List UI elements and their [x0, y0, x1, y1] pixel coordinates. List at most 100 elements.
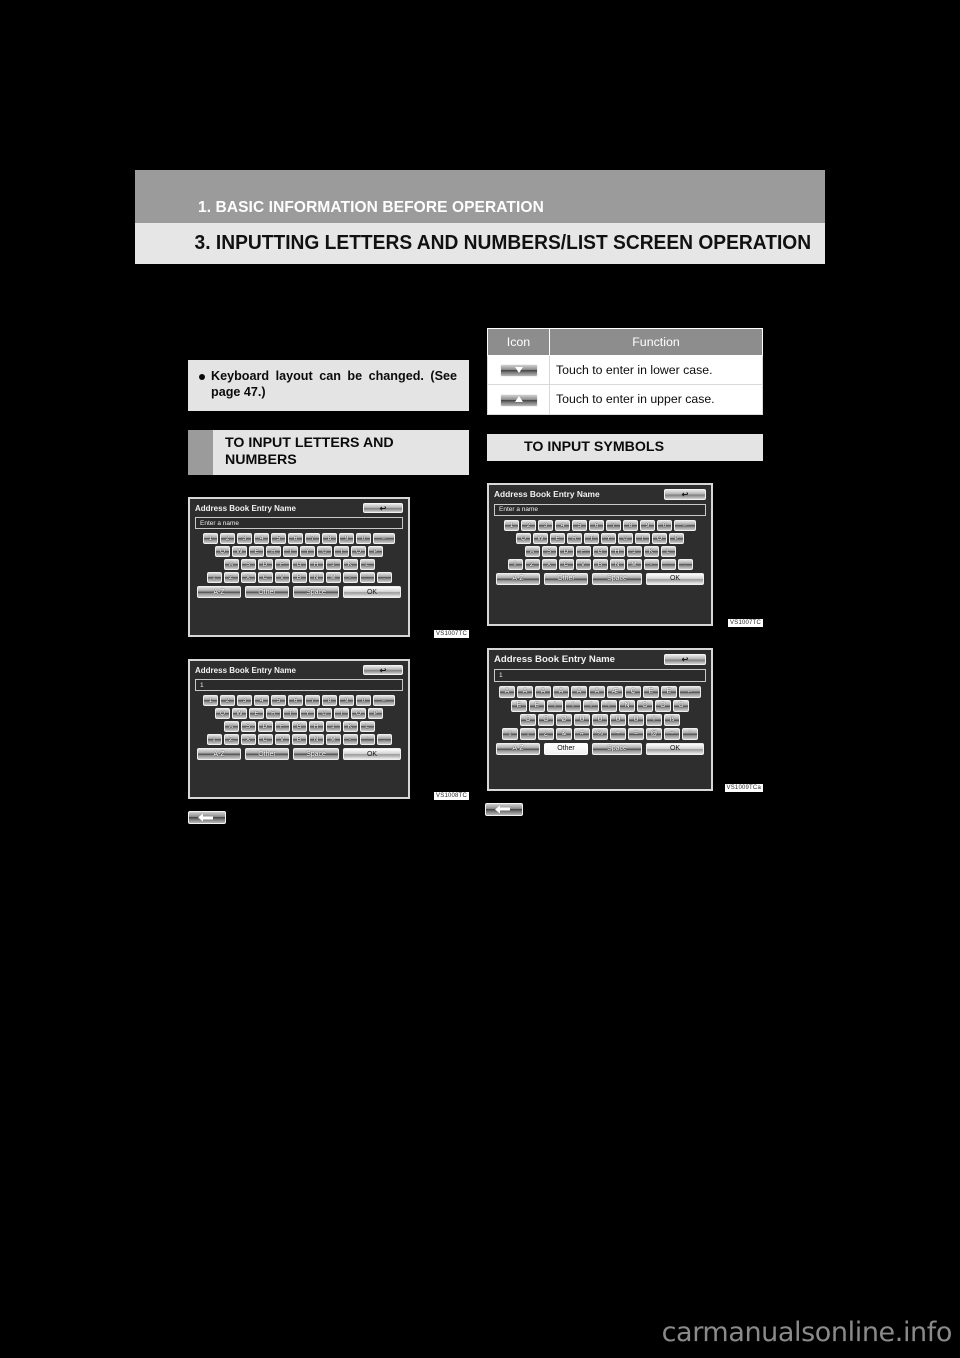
key[interactable]: 5 — [271, 695, 286, 706]
key[interactable]: 8 — [623, 519, 638, 531]
key[interactable]: V — [575, 558, 591, 570]
key[interactable]: . — [677, 558, 693, 570]
key[interactable]: K — [342, 721, 358, 732]
key[interactable]: ' — [359, 734, 375, 745]
key[interactable]: È — [643, 685, 659, 698]
name-input-field[interactable]: 1 — [494, 668, 706, 682]
key[interactable]: G — [291, 559, 307, 570]
key[interactable]: Ô — [673, 699, 689, 712]
key[interactable]: % — [592, 727, 608, 740]
space-button[interactable]: Space — [293, 748, 339, 760]
key[interactable]: M — [325, 734, 341, 745]
key[interactable]: É — [661, 685, 677, 698]
key[interactable]: - — [342, 572, 358, 583]
key[interactable]: Ç — [625, 685, 641, 698]
key[interactable]: K — [643, 545, 659, 557]
key[interactable]: 4 — [555, 519, 570, 531]
key[interactable]: 9 — [640, 519, 655, 531]
key[interactable]: Ò — [637, 699, 653, 712]
key[interactable]: G — [592, 545, 608, 557]
key[interactable]: Q — [215, 708, 230, 719]
key[interactable]: Y — [300, 546, 315, 557]
key[interactable]: J — [325, 559, 341, 570]
key[interactable]: 7 — [305, 695, 320, 706]
key[interactable]: M — [325, 572, 341, 583]
other-button[interactable]: Other — [544, 742, 588, 755]
back-button[interactable]: ↩ — [664, 653, 706, 665]
key[interactable]: L — [359, 721, 375, 732]
key[interactable]: P — [368, 708, 383, 719]
backspace-key[interactable]: ← — [679, 685, 701, 698]
key[interactable]: Z — [223, 734, 239, 745]
key[interactable]: H — [308, 721, 324, 732]
name-input-field[interactable]: Enter a name — [494, 503, 706, 516]
key[interactable]: Ä — [571, 685, 587, 698]
key[interactable]: Ï — [601, 699, 617, 712]
key[interactable]: A — [223, 559, 239, 570]
key[interactable]: V — [274, 572, 290, 583]
name-input-field[interactable]: Enter a name — [195, 517, 403, 529]
key[interactable]: C — [257, 734, 273, 745]
key[interactable]: A — [223, 721, 239, 732]
key[interactable]: 0 — [657, 519, 672, 531]
key[interactable]: 5 — [572, 519, 587, 531]
shift-key[interactable]: ⇩ — [206, 734, 222, 745]
key[interactable]: B — [291, 572, 307, 583]
key[interactable]: F — [274, 559, 290, 570]
key[interactable]: O — [652, 532, 667, 544]
key[interactable]: S — [240, 721, 256, 732]
back-button[interactable]: ↩ — [363, 503, 403, 513]
key[interactable]: 8 — [322, 533, 337, 544]
key[interactable]: X — [240, 572, 256, 583]
key[interactable]: L — [660, 545, 676, 557]
key[interactable]: 3 — [237, 533, 252, 544]
shift-key[interactable]: ⇩ — [507, 558, 523, 570]
space-button[interactable]: Space — [592, 572, 642, 585]
backspace-key[interactable]: ← — [674, 519, 696, 531]
key[interactable]: Â — [535, 685, 551, 698]
key[interactable]: 7 — [606, 519, 621, 531]
az-button[interactable]: A-Z — [496, 572, 540, 585]
key[interactable]: ' — [359, 572, 375, 583]
key[interactable]: . — [376, 734, 392, 745]
key[interactable]: P — [368, 546, 383, 557]
key[interactable]: G — [291, 721, 307, 732]
key[interactable]: 3 — [538, 519, 553, 531]
key[interactable]: Ù — [574, 713, 590, 726]
key[interactable]: O — [351, 708, 366, 719]
key[interactable]: 8 — [322, 695, 337, 706]
key[interactable]: É — [511, 699, 527, 712]
key[interactable]: T — [283, 708, 298, 719]
key[interactable]: À — [499, 685, 515, 698]
key[interactable]: W — [232, 708, 247, 719]
key[interactable]: Q — [215, 546, 230, 557]
key[interactable]: F — [575, 545, 591, 557]
key[interactable]: Ó — [655, 699, 671, 712]
key[interactable]: Á — [517, 685, 533, 698]
key[interactable]: Z — [524, 558, 540, 570]
key[interactable]: 0 — [356, 695, 371, 706]
space-button[interactable]: Space — [592, 742, 642, 755]
key[interactable]: Ê — [529, 699, 545, 712]
key[interactable]: 2 — [220, 695, 235, 706]
az-button[interactable]: A-Z — [197, 748, 241, 760]
key[interactable]: F — [274, 721, 290, 732]
key[interactable]: = — [628, 727, 644, 740]
back-button[interactable]: ↩ — [664, 488, 706, 500]
key[interactable]: Y — [601, 532, 616, 544]
key[interactable]: U — [317, 708, 332, 719]
key[interactable]: P — [669, 532, 684, 544]
key[interactable]: R — [266, 546, 281, 557]
key[interactable]: I — [334, 546, 349, 557]
key[interactable]: B — [291, 734, 307, 745]
key[interactable]: ß — [664, 713, 680, 726]
key[interactable]: C — [257, 572, 273, 583]
key[interactable]: Ì — [547, 699, 563, 712]
shift-key[interactable]: ⇩ — [206, 572, 222, 583]
other-button[interactable]: Other — [245, 748, 289, 760]
key[interactable]: 5 — [271, 533, 286, 544]
key[interactable]: E — [550, 532, 565, 544]
key[interactable]: Î — [583, 699, 599, 712]
key[interactable]: H — [308, 559, 324, 570]
key[interactable]: T — [584, 532, 599, 544]
